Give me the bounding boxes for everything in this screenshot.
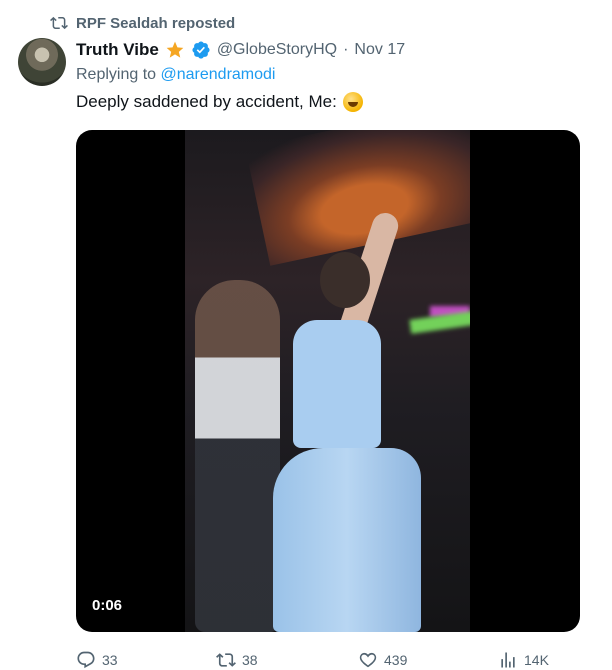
author-handle[interactable]: @GlobeStoryHQ — [217, 41, 337, 59]
views-button[interactable]: 14K — [498, 650, 549, 670]
ceiling-light — [245, 130, 470, 266]
mention-link[interactable]: @narendramodi — [161, 66, 276, 83]
reply-button[interactable]: 33 — [76, 650, 118, 670]
repost-button[interactable]: 38 — [216, 650, 258, 670]
star-icon — [165, 40, 185, 60]
replying-to: Replying to @narendramodi — [76, 66, 275, 84]
video-duration: 0:06 — [92, 597, 123, 614]
grinning-emoji-icon — [342, 92, 363, 112]
dancer-top — [293, 320, 381, 448]
video-frame — [185, 130, 470, 632]
avatar[interactable] — [18, 38, 66, 86]
action-bar: 33 38 439 14K — [76, 650, 556, 670]
dancer-jeans — [273, 448, 421, 632]
retweet-icon — [50, 14, 68, 32]
tweet-body: Deeply saddened by accident, Me: — [76, 92, 337, 111]
author-name[interactable]: Truth Vibe — [76, 40, 159, 60]
retweet-icon — [216, 650, 236, 670]
separator-dot: · — [343, 41, 349, 58]
reply-icon — [76, 650, 96, 670]
tweet-header: Truth Vibe @GlobeStoryHQ · Nov 17 — [76, 38, 405, 62]
background-dancer — [195, 280, 280, 632]
repost-label: RPF Sealdah reposted — [76, 14, 236, 32]
verified-icon[interactable] — [191, 40, 211, 60]
tweet-date[interactable]: Nov 17 — [354, 41, 405, 59]
tweet-text: Deeply saddened by accident, Me: — [76, 92, 363, 112]
video-player[interactable]: 0:06 — [76, 130, 580, 632]
repost-indicator[interactable]: RPF Sealdah reposted — [50, 12, 235, 34]
dancer-head — [320, 252, 370, 308]
heart-icon — [358, 650, 378, 670]
like-button[interactable]: 439 — [358, 650, 407, 670]
analytics-icon — [498, 650, 518, 670]
replying-to-label: Replying to — [76, 66, 157, 83]
